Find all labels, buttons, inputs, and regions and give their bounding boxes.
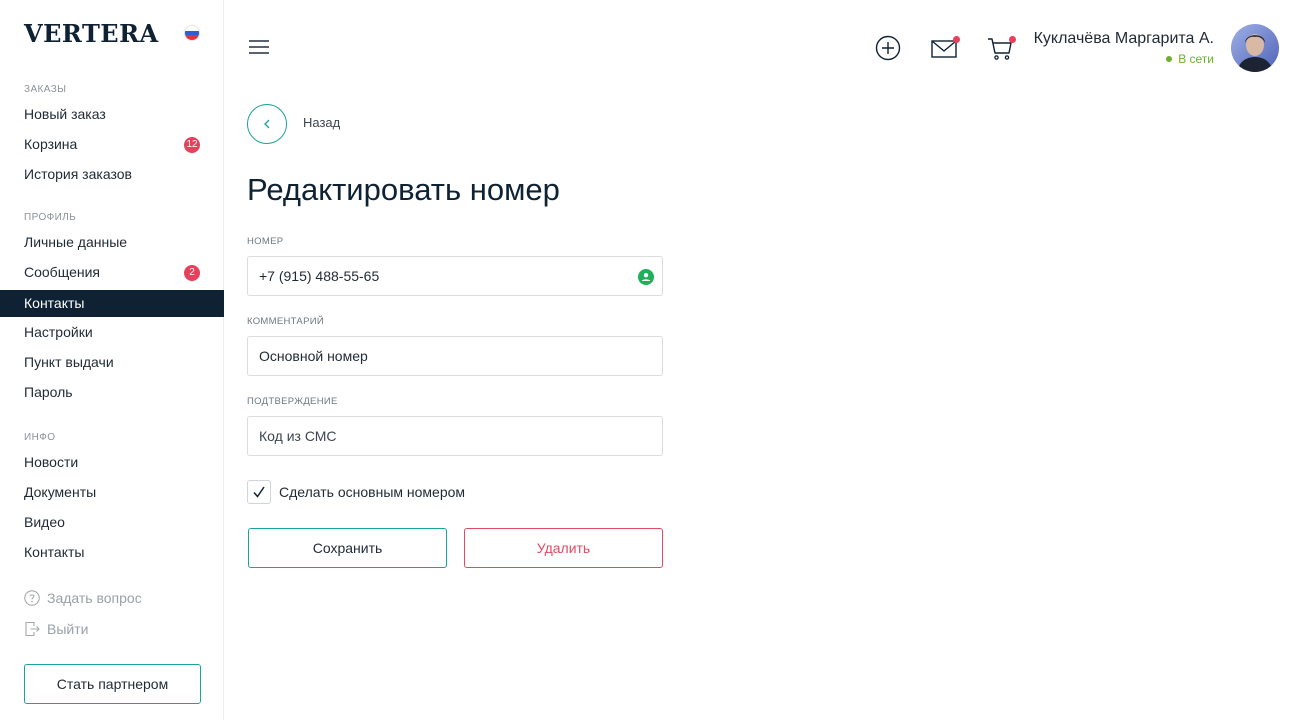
verified-icon [638, 269, 654, 285]
section-info-title: ИНФО [24, 432, 56, 443]
mail-notification-dot [953, 36, 960, 43]
sidebar: VERTERA ЗАКАЗЫ Новый заказ Корзина 12 Ис… [0, 0, 224, 720]
cart-button[interactable] [986, 34, 1016, 62]
save-button[interactable]: Сохранить [248, 528, 447, 568]
sidebar-item-personal-data[interactable]: Личные данные [0, 229, 224, 256]
sidebar-item-label: Личные данные [24, 234, 128, 250]
sidebar-item-pickup-point[interactable]: Пункт выдачи [0, 349, 224, 376]
user-name[interactable]: Куклачёва Маргарита А. [1034, 30, 1214, 48]
sidebar-item-settings[interactable]: Настройки [0, 319, 224, 346]
sidebar-item-label: Настройки [24, 324, 93, 340]
russia-flag-icon[interactable] [184, 25, 200, 41]
menu-icon[interactable] [249, 40, 269, 56]
vertera-logo[interactable]: VERTERA [24, 19, 159, 48]
sidebar-item-order-history[interactable]: История заказов [0, 161, 224, 188]
back-label[interactable]: Назад [303, 115, 340, 130]
section-profile-title: ПРОФИЛЬ [24, 212, 77, 223]
phone-field [247, 256, 663, 296]
online-status-label: В сети [1178, 52, 1214, 66]
comment-field-label: КОММЕНТАРИЙ [247, 316, 324, 327]
ask-question-label: Задать вопрос [47, 590, 142, 606]
section-orders-title: ЗАКАЗЫ [24, 84, 67, 95]
sidebar-item-news[interactable]: Новости [0, 449, 224, 476]
comment-input[interactable] [248, 337, 662, 375]
sidebar-item-messages[interactable]: Сообщения 2 [0, 259, 224, 286]
confirm-field-label: ПОДТВЕРЖДЕНИЕ [247, 396, 338, 407]
sidebar-item-label: Контакты [24, 544, 85, 560]
sidebar-item-contacts[interactable]: Контакты [0, 290, 224, 317]
make-primary-label[interactable]: Сделать основным номером [279, 484, 465, 500]
back-button[interactable] [247, 104, 287, 144]
chevron-left-icon [264, 119, 270, 129]
delete-button[interactable]: Удалить [464, 528, 663, 568]
sidebar-item-label: Сообщения [24, 264, 100, 280]
ask-question-link[interactable]: Задать вопрос [24, 588, 142, 608]
sidebar-item-cart[interactable]: Корзина 12 [0, 131, 224, 158]
add-icon[interactable] [874, 34, 902, 62]
cart-count-badge: 12 [184, 137, 200, 153]
sidebar-item-label: Корзина [24, 136, 78, 152]
comment-field [247, 336, 663, 376]
sidebar-item-label: Новости [24, 454, 79, 470]
sidebar-item-label: Видео [24, 514, 65, 530]
confirm-field [247, 416, 663, 456]
sidebar-item-video[interactable]: Видео [0, 509, 224, 536]
logout-link[interactable]: Выйти [24, 619, 88, 639]
sidebar-item-label: Пункт выдачи [24, 354, 114, 370]
logout-icon [25, 621, 40, 637]
mail-button[interactable] [930, 34, 960, 62]
become-partner-button[interactable]: Стать партнером [24, 664, 201, 704]
page-title: Редактировать номер [247, 172, 560, 207]
make-primary-checkbox[interactable] [247, 480, 271, 504]
sidebar-item-label: Документы [24, 484, 97, 500]
logout-label: Выйти [47, 621, 89, 637]
sidebar-item-label: Контакты [24, 295, 85, 311]
sidebar-item-password[interactable]: Пароль [0, 379, 224, 406]
online-status: В сети [1166, 52, 1214, 66]
sidebar-item-label: История заказов [24, 166, 132, 182]
sidebar-item-info-contacts[interactable]: Контакты [0, 539, 224, 566]
sms-code-input[interactable] [248, 417, 662, 455]
messages-count-badge: 2 [184, 265, 200, 281]
sidebar-item-new-order[interactable]: Новый заказ [0, 101, 224, 128]
checkmark-icon [253, 486, 265, 498]
avatar[interactable] [1231, 24, 1279, 72]
cart-notification-dot [1009, 36, 1016, 43]
phone-field-label: НОМЕР [247, 236, 284, 247]
sidebar-item-documents[interactable]: Документы [0, 479, 224, 506]
sidebar-item-label: Пароль [24, 384, 73, 400]
online-dot-icon [1166, 56, 1173, 62]
sidebar-item-label: Новый заказ [24, 106, 106, 122]
phone-input[interactable] [248, 257, 662, 295]
question-icon [24, 590, 40, 606]
